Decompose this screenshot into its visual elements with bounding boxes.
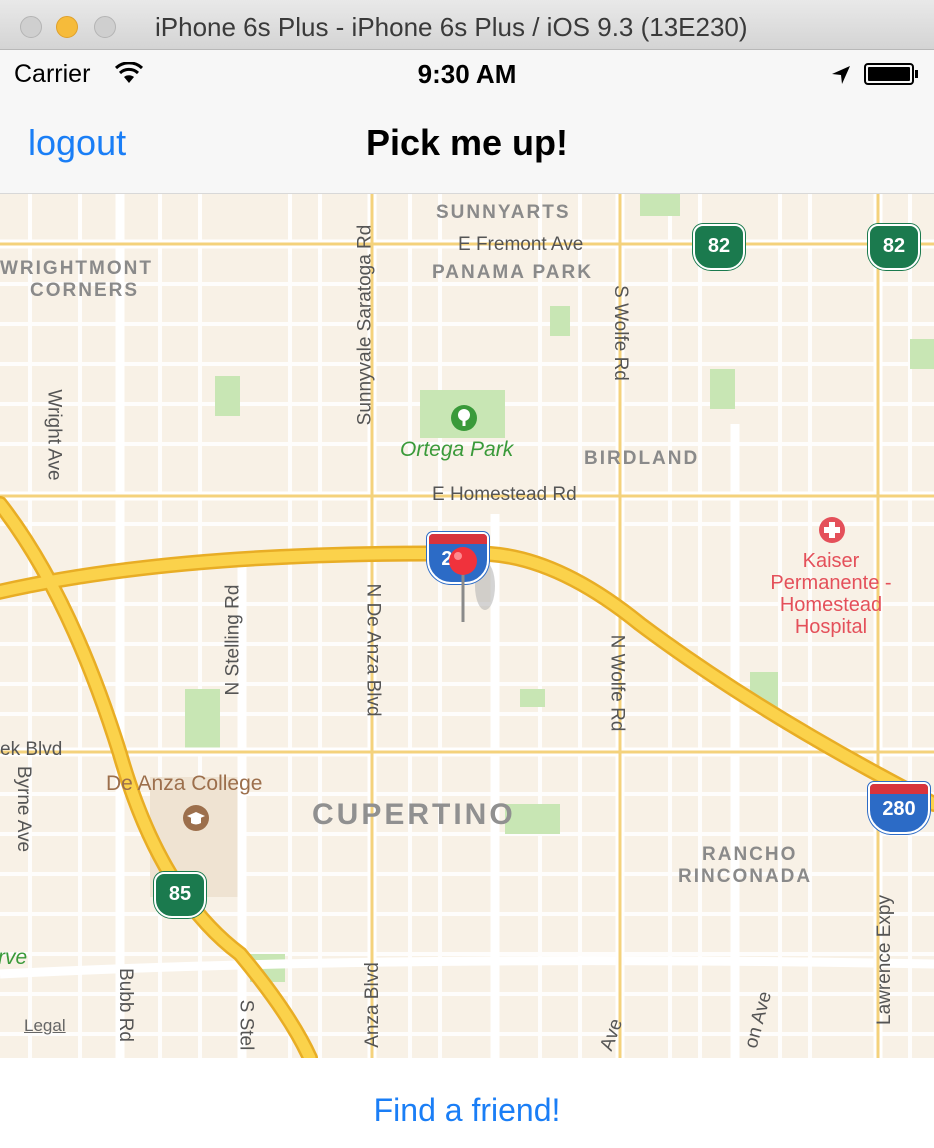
hospital-label-line: Hospital: [794, 616, 868, 638]
hospital-label-line: Homestead: [779, 594, 883, 616]
navigation-bar: logout Pick me up!: [0, 96, 934, 194]
district-label: RINCONADA: [678, 866, 813, 887]
district-label: WRIGHTMONT: [0, 258, 153, 279]
map-view[interactable]: SUNNYARTS E Fremont Ave PANAMA PARK WRIG…: [0, 194, 934, 1058]
sr85-number: 85: [168, 883, 192, 905]
find-friend-button[interactable]: Find a friend!: [0, 1092, 934, 1129]
college-icon: [183, 805, 209, 831]
district-label: CORNERS: [30, 280, 140, 301]
status-bar: Carrier 9:30 AM: [0, 50, 934, 96]
city-label: CUPERTINO: [312, 798, 516, 831]
nav-title: Pick me up!: [365, 122, 569, 163]
window-minimize-button[interactable]: [56, 16, 78, 38]
street-label: Bubb Rd: [114, 968, 136, 1042]
street-label: N Wolfe Rd: [606, 634, 628, 732]
sr82-number: 82: [707, 235, 731, 257]
college-label: De Anza College: [106, 772, 263, 795]
street-label: ek Blvd: [0, 739, 63, 760]
park-tree-icon: [451, 405, 477, 431]
sr82-shield: 82: [693, 224, 745, 270]
street-label: E Homestead Rd: [432, 484, 577, 505]
sr82-number: 82: [882, 235, 906, 257]
window-title: iPhone 6s Plus - iPhone 6s Plus / iOS 9.…: [155, 12, 748, 42]
location-arrow-icon: [832, 66, 850, 84]
street-label: Anza Blvd: [361, 962, 383, 1048]
sr85-shield: 85: [154, 872, 206, 918]
window-close-button[interactable]: [20, 16, 42, 38]
street-label: Byrne Ave: [13, 765, 35, 853]
sr82-shield: 82: [868, 224, 920, 270]
map-pin-icon[interactable]: [446, 546, 480, 626]
street-label: S Stel: [235, 999, 257, 1051]
i280-number: 280: [882, 798, 916, 820]
hospital-label-line: Kaiser: [802, 550, 860, 572]
status-time: 9:30 AM: [417, 59, 517, 89]
hospital-label: Kaiser Permanente - Homestead Hospital: [752, 550, 910, 638]
street-label: N De Anza Blvd: [362, 583, 384, 717]
street-label: Sunnyvale Saratoga Rd: [354, 224, 376, 426]
street-label: N Stelling Rd: [222, 584, 244, 696]
district-label: BIRDLAND: [584, 448, 700, 469]
i280-shield: 280: [868, 782, 930, 834]
street-label: E Fremont Ave: [458, 234, 584, 255]
district-label: PANAMA PARK: [432, 262, 593, 283]
partial-map-label: rve: [0, 946, 28, 969]
street-label: S Wolfe Rd: [609, 285, 631, 381]
street-label: Lawrence Expy: [873, 895, 895, 1025]
district-label: RANCHO: [702, 844, 798, 865]
simulator-title-bar: iPhone 6s Plus - iPhone 6s Plus / iOS 9.…: [0, 0, 934, 50]
legal-link[interactable]: Legal: [24, 1016, 66, 1036]
battery-icon: [864, 63, 918, 85]
district-label: SUNNYARTS: [436, 202, 571, 223]
window-zoom-button[interactable]: [94, 16, 116, 38]
hospital-label-line: Permanente -: [770, 572, 892, 594]
hospital-cross-icon: [819, 517, 845, 543]
park-label: Ortega Park: [400, 438, 514, 461]
bottom-bar: Find a friend!: [0, 1058, 934, 1148]
street-label: Wright Ave: [43, 389, 65, 481]
